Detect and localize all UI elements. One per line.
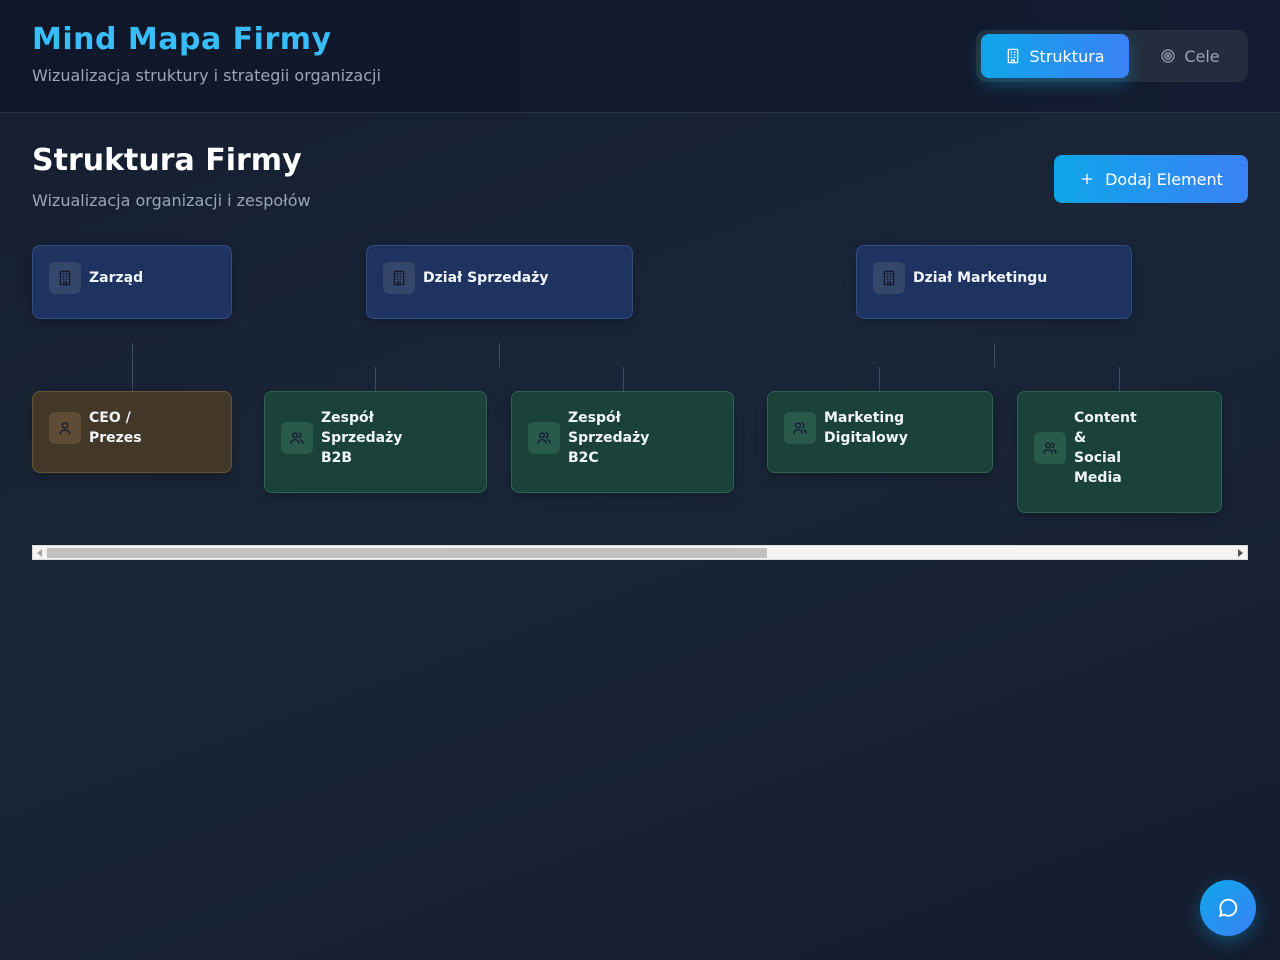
node-zespol-b2b[interactable]: Zespół Sprzedaży B2B <box>264 391 487 493</box>
connector <box>1119 367 1120 391</box>
users-icon <box>528 422 560 454</box>
node-dzial-sprzedazy[interactable]: Dział Sprzedaży <box>366 245 633 319</box>
node-label: Zespół Sprzedaży B2B <box>321 410 403 466</box>
node-label: CEO / Prezes <box>89 410 142 446</box>
add-element-label: Dodaj Element <box>1105 169 1223 189</box>
chat-icon <box>1216 896 1240 920</box>
chat-button[interactable] <box>1200 880 1256 936</box>
tab-cele-label: Cele <box>1184 46 1220 66</box>
building-icon <box>49 262 81 294</box>
users-icon <box>1034 432 1066 464</box>
node-zarzad[interactable]: Zarząd <box>32 245 232 319</box>
users-icon <box>784 412 816 444</box>
app-header: Mind Mapa Firmy Wizualizacja struktury i… <box>0 0 1280 113</box>
target-icon <box>1160 48 1176 64</box>
node-label: Zarząd <box>89 270 144 286</box>
user-icon <box>49 412 81 444</box>
node-dzial-marketingu[interactable]: Dział Marketingu <box>856 245 1132 319</box>
connector <box>375 367 376 391</box>
scroll-left-arrow[interactable] <box>37 549 42 557</box>
connector <box>132 343 133 391</box>
horizontal-scrollbar[interactable] <box>32 545 1248 560</box>
tab-struktura[interactable]: Struktura <box>981 34 1129 78</box>
users-icon <box>281 422 313 454</box>
node-label: Dział Marketingu <box>913 270 1048 286</box>
page-title: Struktura Firmy <box>32 143 302 178</box>
view-switch: Struktura Cele <box>976 30 1248 82</box>
app-title: Mind Mapa Firmy <box>32 22 332 57</box>
node-label: Zespół Sprzedaży B2C <box>568 410 650 466</box>
app-subtitle: Wizualizacja struktury i strategii organ… <box>32 66 381 85</box>
node-label: Marketing Digitalowy <box>824 410 908 446</box>
node-marketing-digitalowy[interactable]: Marketing Digitalowy <box>767 391 993 473</box>
building-icon <box>873 262 905 294</box>
connector <box>499 343 500 367</box>
plus-icon <box>1079 171 1095 187</box>
node-ceo[interactable]: CEO / Prezes <box>32 391 232 473</box>
connector <box>994 343 995 367</box>
scroll-right-arrow[interactable] <box>1238 549 1243 557</box>
add-element-button[interactable]: Dodaj Element <box>1054 155 1248 203</box>
connector <box>623 367 624 391</box>
tab-struktura-label: Struktura <box>1029 46 1105 66</box>
node-content-social[interactable]: Content & Social Media <box>1017 391 1222 513</box>
connector <box>879 367 880 391</box>
building-icon <box>383 262 415 294</box>
tab-cele[interactable]: Cele <box>1136 34 1244 78</box>
page-subtitle: Wizualizacja organizacji i zespołów <box>32 191 311 210</box>
node-zespol-b2c[interactable]: Zespół Sprzedaży B2C <box>511 391 734 493</box>
node-label: Content & Social Media <box>1074 410 1137 486</box>
scroll-thumb[interactable] <box>47 548 767 558</box>
node-label: Dział Sprzedaży <box>423 270 549 286</box>
building-icon <box>1005 48 1021 64</box>
